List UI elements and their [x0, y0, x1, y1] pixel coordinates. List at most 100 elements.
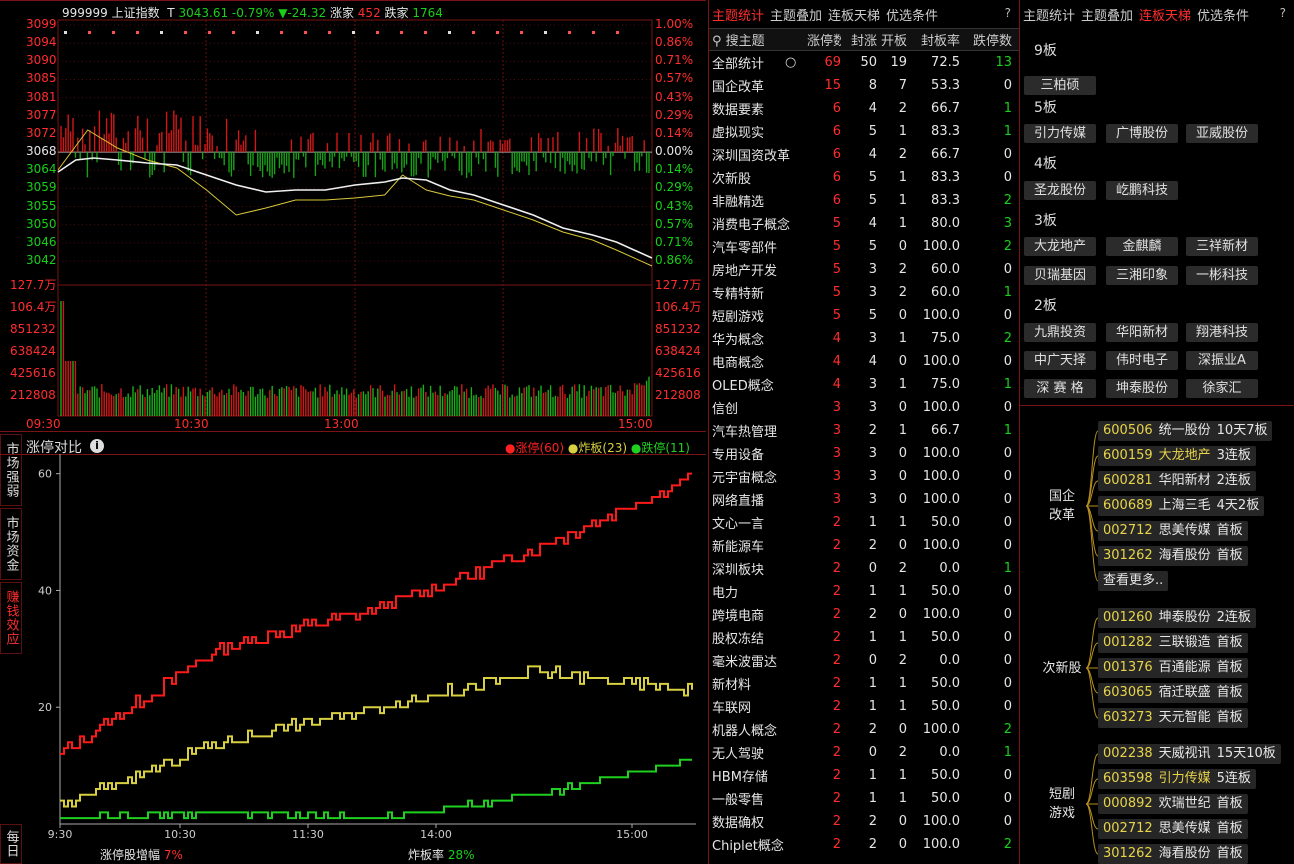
tree-stock-item[interactable]: 301262 海看股份 首板	[1098, 844, 1248, 864]
tree-stock-item[interactable]: 600159 大龙地产 3连板	[1098, 446, 1256, 466]
table-row[interactable]: 新材料 2 1 1 50.0 0	[709, 672, 1019, 695]
tab-theme-stats[interactable]: 主题统计	[712, 5, 764, 24]
tree-stock-item[interactable]: 002238 天威视讯 15天10板	[1098, 744, 1281, 764]
stock-name: 海看股份	[1158, 846, 1211, 861]
table-row[interactable]: 跨境电商 2 2 0 100.0 0	[709, 603, 1019, 626]
table-row[interactable]: OLED概念 4 3 1 75.0 1	[709, 373, 1019, 396]
tree-stock-item[interactable]: 查看更多..	[1098, 571, 1169, 591]
tree-stock-item[interactable]: 001282 三联锻造 首板	[1098, 633, 1248, 653]
table-row[interactable]: 专用设备 3 3 0 100.0 0	[709, 442, 1019, 465]
header-seal-rate[interactable]: 封板率	[907, 30, 960, 49]
table-row[interactable]: 消费电子概念 5 4 1 80.0 3	[709, 212, 1019, 235]
table-cell: 19	[890, 55, 907, 70]
table-row[interactable]: HBM存储 2 1 1 50.0 0	[709, 764, 1019, 787]
board-tag: 5连板	[1216, 771, 1251, 786]
table-row[interactable]: 机器人概念 2 2 0 100.0 2	[709, 718, 1019, 741]
table-row[interactable]: 新能源车 2 2 0 100.0 0	[709, 534, 1019, 557]
table-cell: 75.0	[931, 331, 960, 346]
volume-tick-right: 106.4万	[655, 300, 702, 314]
table-row[interactable]: 无人驾驶 2 0 2 0.0 1	[709, 741, 1019, 764]
table-row[interactable]: 电商概念 4 4 0 100.0 0	[709, 350, 1019, 373]
table-cell: 1	[1003, 377, 1012, 392]
header-sealed[interactable]: 封涨	[841, 30, 877, 49]
volume-tick-right: 127.7万	[655, 278, 702, 292]
tree-stock-item[interactable]: 002712 思美传媒 首板	[1098, 819, 1248, 839]
table-body: 全部统计 ○ 69 50 19 72.5 13 国企改革 15 8 7 53.3 0 数据要素 6 4 2 66…	[709, 51, 1019, 856]
limit-ladder-panel: 主题统计 主题叠加 连板天梯 优选条件 ? 9板 三柏硕 5板 引力传媒 广博股份 亚威股…	[1020, 0, 1294, 864]
table-cell: 2	[832, 561, 841, 576]
table-row[interactable]: 数据确权 2 2 0 100.0 0	[709, 810, 1019, 833]
limit-compare-panel: 市场强弱 市场资金 赚钱效应 每日 涨停对比 i ●涨停(60) ●炸板(23)…	[0, 432, 706, 864]
price-tick-right: 0.43%	[655, 198, 694, 213]
table-cell: 100.0	[922, 308, 960, 323]
table-cell: 2	[832, 676, 841, 691]
tree-stock-item[interactable]: 600689 上海三毛 4天2板	[1098, 496, 1265, 516]
table-row[interactable]: 深圳板块 2 0 2 0.0 1	[709, 557, 1019, 580]
tree-stock-item[interactable]: 603273 天元智能 首板	[1098, 708, 1248, 728]
table-row[interactable]: 汽车零部件 5 5 0 100.0 2	[709, 235, 1019, 258]
header-limit-down-count[interactable]: 跌停数	[960, 30, 1018, 49]
table-cell: 50.0	[931, 768, 960, 783]
table-cell: 0	[1003, 676, 1012, 691]
header-opened[interactable]: 开板	[877, 30, 907, 49]
table-row[interactable]: 信创 3 3 0 100.0 0	[709, 396, 1019, 419]
table-cell: 0	[1003, 791, 1012, 806]
table-cell: HBM存储	[712, 770, 768, 785]
table-row[interactable]: 元宇宙概念 3 3 0 100.0 0	[709, 465, 1019, 488]
table-cell: 汽车热管理	[712, 425, 778, 440]
table-row[interactable]: 汽车热管理 3 2 1 66.7 1	[709, 419, 1019, 442]
table-row[interactable]: 一般零售 2 1 1 50.0 0	[709, 787, 1019, 810]
tree-stock-item[interactable]: 000892 欢瑞世纪 首板	[1098, 794, 1248, 814]
table-row[interactable]: 短剧游戏 5 5 0 100.0 0	[709, 304, 1019, 327]
table-row[interactable]: 文心一言 2 1 1 50.0 0	[709, 511, 1019, 534]
table-row[interactable]: 毫米波雷达 2 0 2 0.0 0	[709, 649, 1019, 672]
tab-limit-ladder[interactable]: 连板天梯	[828, 5, 880, 24]
table-row[interactable]: 专精特新 5 3 2 60.0 1	[709, 281, 1019, 304]
table-row[interactable]: 数据要素 6 4 2 66.7 1	[709, 97, 1019, 120]
table-row[interactable]: 全部统计 ○ 69 50 19 72.5 13	[709, 51, 1019, 74]
intraday-chart-panel[interactable]: 999999 上证指数 T 3043.61 -0.79% ▼-24.32 涨家 …	[0, 0, 706, 432]
table-row[interactable]: 股权冻结 2 1 1 50.0 0	[709, 626, 1019, 649]
tree-stock-item[interactable]: 002712 思美传媒 首板	[1098, 521, 1248, 541]
group-label: 短剧 游戏	[1048, 787, 1075, 821]
table-cell: 69	[824, 55, 841, 70]
table-row[interactable]: 次新股 6 5 1 83.3 0	[709, 166, 1019, 189]
table-cell: 3	[832, 492, 841, 507]
table-row[interactable]: Chiplet概念 2 2 0 100.0 2	[709, 833, 1019, 856]
volume-tick-left: 127.7万	[10, 278, 57, 292]
table-row[interactable]: 车联网 2 1 1 50.0 0	[709, 695, 1019, 718]
table-row[interactable]: 深圳国资改革 6 4 2 66.7 0	[709, 143, 1019, 166]
table-row[interactable]: 华为概念 4 3 1 75.0 2	[709, 327, 1019, 350]
table-row[interactable]: 虚拟现实 6 5 1 83.3 1	[709, 120, 1019, 143]
volume-tick-right: 425616	[655, 366, 701, 380]
tree-stock-item[interactable]: 001376 百通能源 首板	[1098, 658, 1248, 678]
table-row[interactable]: 非融精选 6 5 1 83.3 2	[709, 189, 1019, 212]
tree-stock-item[interactable]: 301262 海看股份 首板	[1098, 546, 1248, 566]
tree-stock-item[interactable]: 603598 引力传媒 5连板	[1098, 769, 1256, 789]
tree-stock-item[interactable]: 603065 宿迁联盛 首板	[1098, 683, 1248, 703]
table-row[interactable]: 电力 2 1 1 50.0 0	[709, 580, 1019, 603]
table-cell: 80.0	[931, 216, 960, 231]
table-cell: 6	[832, 170, 841, 185]
tree-stock-item[interactable]: 600281 华阳新材 2连板	[1098, 471, 1256, 491]
table-cell: 0	[1003, 147, 1012, 162]
table-cell: 2	[1003, 331, 1012, 346]
tree-stock-item[interactable]: 001260 坤泰股份 2连板	[1098, 608, 1256, 628]
help-icon[interactable]: ?	[1005, 6, 1011, 20]
table-cell: 短剧游戏	[712, 310, 765, 325]
table-cell: 0	[898, 837, 907, 852]
table-row[interactable]: 网络直播 3 3 0 100.0 0	[709, 488, 1019, 511]
stock-name: 坤泰股份	[1158, 610, 1211, 625]
table-cell: 0	[1003, 538, 1012, 553]
price-tick-left: 3050	[26, 216, 57, 231]
header-limit-up-count[interactable]: 涨停数↓	[807, 30, 841, 49]
table-row[interactable]: 国企改革 15 8 7 53.3 0	[709, 74, 1019, 97]
table-row[interactable]: 房地产开发 5 3 2 60.0 0	[709, 258, 1019, 281]
search-theme-header[interactable]: ⚲ 搜主题	[709, 30, 807, 49]
circle-icon[interactable]: ○	[785, 55, 807, 70]
tab-preferred-conditions[interactable]: 优选条件	[886, 5, 938, 24]
tree-stock-item[interactable]: 600506 统一股份 10天7板	[1098, 421, 1273, 441]
stock-name: 华阳新材	[1158, 473, 1211, 488]
table-cell: 0	[1003, 515, 1012, 530]
tab-theme-overlay[interactable]: 主题叠加	[770, 5, 822, 24]
